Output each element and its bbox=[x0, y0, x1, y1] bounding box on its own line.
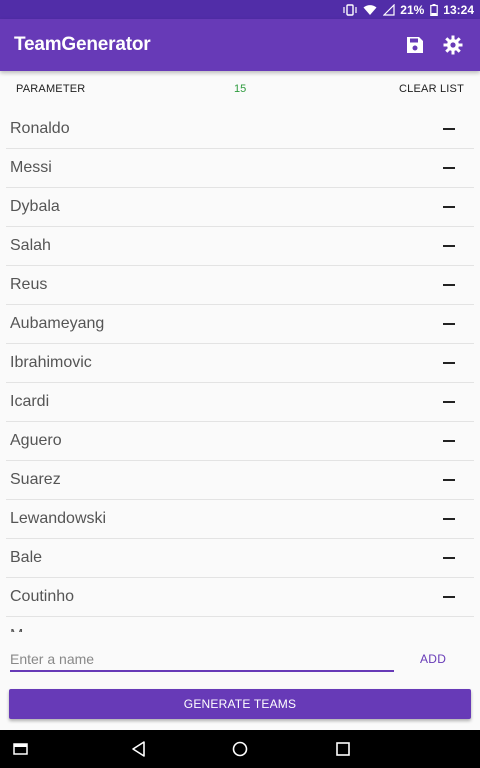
player-name: Icardi bbox=[10, 393, 50, 410]
home-icon[interactable] bbox=[230, 739, 250, 759]
remove-player-icon[interactable] bbox=[440, 469, 460, 489]
player-list[interactable]: Ronaldo Messi Dybala Salah Reus Aubameyang Ibr… bbox=[0, 110, 480, 632]
remove-player-icon[interactable] bbox=[440, 157, 460, 177]
remove-player-icon[interactable] bbox=[440, 196, 460, 216]
battery-percent: 21% bbox=[400, 2, 425, 17]
remove-player-icon[interactable] bbox=[440, 352, 460, 372]
list-item[interactable]: Ibrahimovic bbox=[6, 344, 474, 383]
player-name: Aubameyang bbox=[10, 315, 105, 332]
player-name: Messi bbox=[10, 159, 52, 176]
player-name: M bbox=[10, 627, 23, 632]
remove-player-icon[interactable] bbox=[440, 430, 460, 450]
recent-apps-icon[interactable] bbox=[12, 739, 32, 759]
vibrate-icon bbox=[343, 3, 357, 16]
player-name: Bale bbox=[10, 549, 43, 566]
remove-player-icon[interactable] bbox=[440, 118, 460, 138]
player-name: Suarez bbox=[10, 471, 61, 488]
app-title: TeamGenerator bbox=[14, 34, 151, 55]
wifi-icon bbox=[363, 4, 377, 16]
player-name: Salah bbox=[10, 237, 51, 254]
list-item[interactable]: Lewandowski bbox=[6, 500, 474, 539]
app-bar: TeamGenerator bbox=[0, 19, 480, 71]
clock-time: 13:24 bbox=[443, 2, 474, 17]
add-button[interactable]: ADD bbox=[420, 652, 446, 666]
list-item[interactable]: Coutinho bbox=[6, 578, 474, 617]
generate-teams-button[interactable]: GENERATE TEAMS bbox=[9, 689, 471, 719]
parameter-value: 15 bbox=[234, 83, 247, 95]
player-name: Aguero bbox=[10, 432, 62, 449]
list-item[interactable]: Salah bbox=[6, 227, 474, 266]
remove-player-icon[interactable] bbox=[440, 313, 460, 333]
overview-icon[interactable] bbox=[333, 739, 353, 759]
parameter-label[interactable]: PARAMETER bbox=[16, 83, 85, 95]
status-bar: 21% 13:24 bbox=[0, 0, 480, 19]
list-item[interactable]: Suarez bbox=[6, 461, 474, 500]
list-item[interactable]: M bbox=[6, 617, 474, 632]
clear-list-button[interactable]: CLEAR LIST bbox=[399, 83, 464, 95]
list-item[interactable]: Dybala bbox=[6, 188, 474, 227]
parameter-row: PARAMETER 15 CLEAR LIST bbox=[0, 80, 480, 100]
player-name: Lewandowski bbox=[10, 510, 107, 527]
remove-player-icon[interactable] bbox=[440, 235, 460, 255]
player-name: Coutinho bbox=[10, 588, 75, 605]
list-item[interactable]: Aubameyang bbox=[6, 305, 474, 344]
list-item[interactable]: Bale bbox=[6, 539, 474, 578]
remove-player-icon[interactable] bbox=[440, 547, 460, 567]
navigation-bar bbox=[0, 730, 480, 768]
remove-player-icon[interactable] bbox=[440, 508, 460, 528]
settings-gear-icon[interactable] bbox=[440, 32, 466, 58]
player-name: Dybala bbox=[10, 198, 60, 215]
list-item[interactable]: Icardi bbox=[6, 383, 474, 422]
list-item[interactable]: Messi bbox=[6, 149, 474, 188]
list-item[interactable]: Aguero bbox=[6, 422, 474, 461]
remove-player-icon[interactable] bbox=[440, 625, 460, 632]
list-item[interactable]: Reus bbox=[6, 266, 474, 305]
cell-signal-icon bbox=[383, 3, 395, 16]
battery-icon bbox=[430, 3, 439, 16]
player-name: Ibrahimovic bbox=[10, 354, 92, 371]
remove-player-icon[interactable] bbox=[440, 586, 460, 606]
back-icon[interactable] bbox=[129, 739, 149, 759]
remove-player-icon[interactable] bbox=[440, 274, 460, 294]
player-name: Ronaldo bbox=[10, 120, 70, 137]
list-item[interactable]: Ronaldo bbox=[6, 110, 474, 149]
name-input-container bbox=[10, 648, 394, 674]
name-input[interactable] bbox=[10, 648, 394, 672]
remove-player-icon[interactable] bbox=[440, 391, 460, 411]
player-name: Reus bbox=[10, 276, 48, 293]
save-icon[interactable] bbox=[402, 32, 428, 58]
